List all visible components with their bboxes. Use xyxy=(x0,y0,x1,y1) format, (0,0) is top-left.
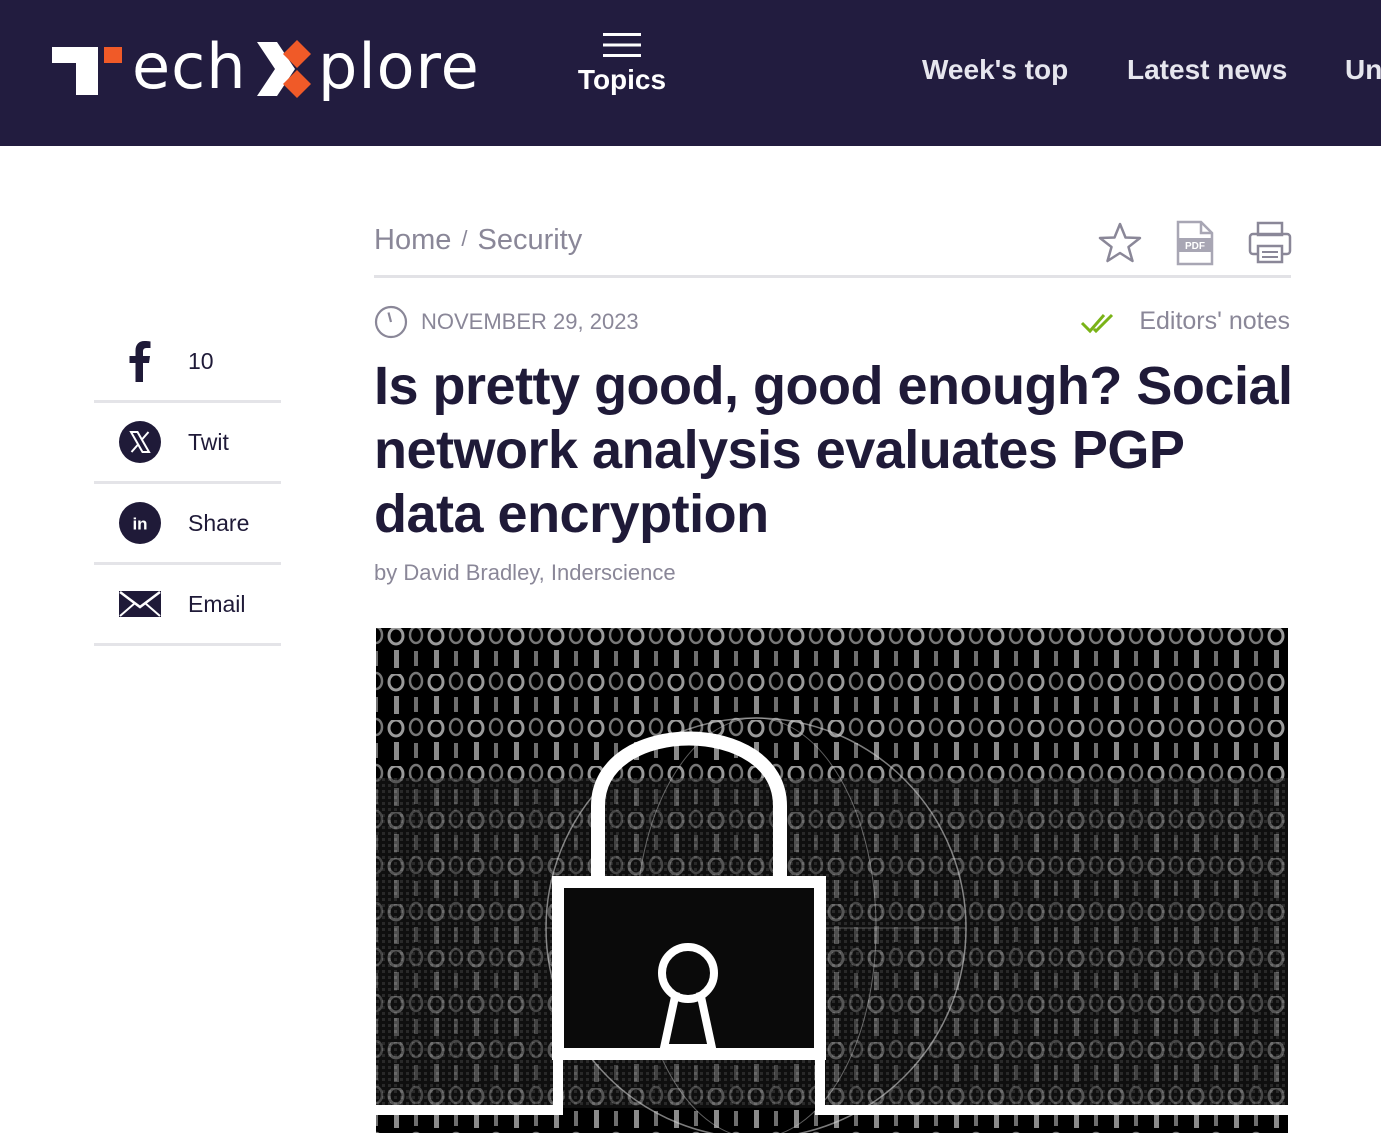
breadcrumb-home-link[interactable]: Home xyxy=(374,224,451,256)
hamburger-menu-icon xyxy=(603,33,641,57)
editors-notes-link[interactable]: Editors' notes xyxy=(1080,305,1292,339)
email-icon xyxy=(119,591,161,617)
topics-label: Topics xyxy=(577,64,667,95)
breadcrumb: Home / Security xyxy=(374,224,582,257)
nav-link-weeks-top[interactable]: Week's top xyxy=(922,54,1068,86)
clock-icon xyxy=(374,305,408,339)
nav-link-truncated[interactable]: Un xyxy=(1345,54,1381,86)
share-linkedin-button[interactable]: in Share xyxy=(94,484,281,565)
site-header: ech plore Topics Week's top Latest news … xyxy=(0,0,1381,146)
x-twitter-icon xyxy=(119,421,161,463)
topics-menu-button[interactable]: Topics xyxy=(576,32,668,96)
share-facebook-button[interactable]: 10 xyxy=(94,322,281,403)
pdf-icon: PDF xyxy=(1176,220,1214,266)
editors-notes-label: Editors' notes xyxy=(1139,307,1290,335)
share-x-button[interactable]: Twit xyxy=(94,403,281,484)
share-email-button[interactable]: Email xyxy=(94,565,281,646)
article-hero-image[interactable] xyxy=(376,628,1288,1133)
techxplore-logo[interactable]: ech plore xyxy=(52,32,502,108)
article-title: Is pretty good, good enough? Social netw… xyxy=(374,356,1293,544)
breadcrumb-separator: / xyxy=(461,226,468,251)
x-share-label: Twit xyxy=(188,429,229,455)
pdf-icon-text: PDF xyxy=(1185,241,1205,252)
linkedin-share-label: Share xyxy=(188,510,250,536)
share-sidebar: 10 Twit in Share Email xyxy=(94,322,281,646)
logo-text-ech: ech xyxy=(132,30,247,103)
svg-text:in: in xyxy=(132,515,147,534)
article-byline: by David Bradley, Inderscience xyxy=(374,560,676,585)
breadcrumb-divider xyxy=(374,275,1291,278)
facebook-share-count: 10 xyxy=(188,348,214,374)
pdf-button[interactable]: PDF xyxy=(1176,220,1214,266)
logo-t-mark-icon xyxy=(52,47,122,95)
linkedin-icon: in xyxy=(119,502,161,544)
facebook-icon xyxy=(129,341,151,382)
print-icon[interactable] xyxy=(1248,220,1292,266)
logo-text-plore: plore xyxy=(318,30,480,103)
breadcrumb-security-link[interactable]: Security xyxy=(477,224,582,256)
double-check-icon xyxy=(1080,313,1114,334)
email-share-label: Email xyxy=(188,591,246,617)
logo-x-mark-icon xyxy=(257,40,311,98)
star-icon[interactable] xyxy=(1098,220,1142,266)
nav-link-latest-news[interactable]: Latest news xyxy=(1127,54,1287,86)
article-date: NOVEMBER 29, 2023 xyxy=(421,309,639,334)
